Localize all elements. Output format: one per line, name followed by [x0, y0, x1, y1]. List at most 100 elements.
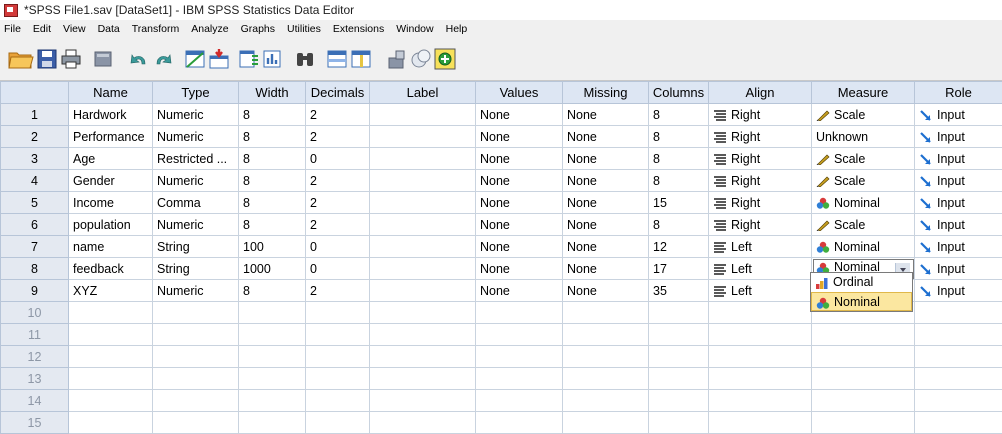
menu-extensions[interactable]: Extensions: [327, 23, 390, 35]
cell-missing[interactable]: None: [563, 148, 649, 170]
empty-cell[interactable]: [239, 302, 306, 324]
empty-cell[interactable]: [563, 324, 649, 346]
empty-cell[interactable]: [709, 302, 812, 324]
variables-icon[interactable]: [238, 48, 260, 70]
find-icon[interactable]: [294, 48, 316, 70]
cell-width[interactable]: 8: [239, 170, 306, 192]
cell-width[interactable]: 8: [239, 192, 306, 214]
empty-cell[interactable]: [153, 368, 239, 390]
cell-name[interactable]: Performance: [69, 126, 153, 148]
cell-role[interactable]: Input: [915, 258, 1002, 280]
empty-cell[interactable]: [476, 324, 563, 346]
column-header-corner[interactable]: [1, 82, 69, 104]
menu-help[interactable]: Help: [440, 23, 474, 35]
measure-option-nominal[interactable]: Nominal: [811, 292, 912, 311]
empty-cell[interactable]: [476, 302, 563, 324]
cell-label[interactable]: [370, 236, 476, 258]
empty-cell[interactable]: [709, 412, 812, 434]
cell-missing[interactable]: None: [563, 236, 649, 258]
cell-columns[interactable]: 8: [649, 104, 709, 126]
cell-width[interactable]: 100: [239, 236, 306, 258]
cell-values[interactable]: None: [476, 258, 563, 280]
cell-label[interactable]: [370, 126, 476, 148]
undo-icon[interactable]: [128, 48, 150, 70]
row-number[interactable]: 12: [1, 346, 69, 368]
cell-label[interactable]: [370, 148, 476, 170]
empty-cell[interactable]: [306, 368, 370, 390]
empty-cell[interactable]: [306, 390, 370, 412]
cell-label[interactable]: [370, 280, 476, 302]
cell-columns[interactable]: 12: [649, 236, 709, 258]
cell-values[interactable]: None: [476, 192, 563, 214]
cell-role[interactable]: Input: [915, 148, 1002, 170]
empty-cell[interactable]: [476, 412, 563, 434]
empty-cell[interactable]: [239, 324, 306, 346]
empty-cell[interactable]: [69, 324, 153, 346]
menu-graphs[interactable]: Graphs: [235, 23, 281, 35]
empty-cell[interactable]: [306, 412, 370, 434]
cell-type[interactable]: Restricted ...: [153, 148, 239, 170]
cell-align[interactable]: Left: [709, 258, 812, 280]
empty-cell[interactable]: [812, 368, 915, 390]
menu-window[interactable]: Window: [390, 23, 439, 35]
cell-align[interactable]: Right: [709, 104, 812, 126]
cell-columns[interactable]: 17: [649, 258, 709, 280]
cell-columns[interactable]: 8: [649, 148, 709, 170]
insert-variable-icon[interactable]: [350, 48, 372, 70]
open-folder-icon[interactable]: [8, 48, 34, 70]
empty-cell[interactable]: [915, 390, 1002, 412]
cell-name[interactable]: XYZ: [69, 280, 153, 302]
cell-missing[interactable]: None: [563, 126, 649, 148]
empty-cell[interactable]: [370, 302, 476, 324]
empty-cell[interactable]: [239, 346, 306, 368]
empty-cell[interactable]: [69, 302, 153, 324]
empty-cell[interactable]: [306, 346, 370, 368]
cell-decimals[interactable]: 2: [306, 280, 370, 302]
empty-cell[interactable]: [153, 346, 239, 368]
split-file-icon[interactable]: [386, 48, 408, 70]
select-cases-icon[interactable]: [410, 48, 432, 70]
row-number[interactable]: 6: [1, 214, 69, 236]
cell-type[interactable]: Numeric: [153, 126, 239, 148]
save-icon[interactable]: [36, 48, 58, 70]
empty-cell[interactable]: [709, 368, 812, 390]
empty-cell[interactable]: [649, 368, 709, 390]
cell-decimals[interactable]: 2: [306, 104, 370, 126]
empty-cell[interactable]: [306, 302, 370, 324]
row-number[interactable]: 14: [1, 390, 69, 412]
empty-cell[interactable]: [370, 346, 476, 368]
cell-missing[interactable]: None: [563, 214, 649, 236]
cell-measure[interactable]: Scale: [812, 214, 915, 236]
insert-cases-icon[interactable]: [326, 48, 348, 70]
cell-measure[interactable]: Scale: [812, 104, 915, 126]
goto-case-icon[interactable]: [184, 48, 206, 70]
redo-icon[interactable]: [152, 48, 174, 70]
goto-variable-icon[interactable]: [208, 48, 230, 70]
empty-cell[interactable]: [649, 346, 709, 368]
cell-type[interactable]: Numeric: [153, 214, 239, 236]
cell-columns[interactable]: 15: [649, 192, 709, 214]
cell-columns[interactable]: 8: [649, 170, 709, 192]
cell-measure[interactable]: Scale: [812, 148, 915, 170]
empty-cell[interactable]: [239, 368, 306, 390]
menu-transform[interactable]: Transform: [126, 23, 185, 35]
empty-cell[interactable]: [370, 390, 476, 412]
cell-align[interactable]: Right: [709, 170, 812, 192]
row-number[interactable]: 8: [1, 258, 69, 280]
row-number[interactable]: 7: [1, 236, 69, 258]
cell-name[interactable]: feedback: [69, 258, 153, 280]
cell-columns[interactable]: 35: [649, 280, 709, 302]
empty-cell[interactable]: [153, 324, 239, 346]
empty-cell[interactable]: [812, 324, 915, 346]
empty-cell[interactable]: [915, 346, 1002, 368]
empty-cell[interactable]: [370, 368, 476, 390]
empty-cell[interactable]: [812, 390, 915, 412]
empty-cell[interactable]: [476, 346, 563, 368]
cell-decimals[interactable]: 2: [306, 192, 370, 214]
empty-cell[interactable]: [649, 412, 709, 434]
cell-decimals[interactable]: 2: [306, 126, 370, 148]
cell-decimals[interactable]: 0: [306, 148, 370, 170]
cell-type[interactable]: Comma: [153, 192, 239, 214]
cell-label[interactable]: [370, 104, 476, 126]
value-labels-icon[interactable]: [434, 48, 456, 70]
